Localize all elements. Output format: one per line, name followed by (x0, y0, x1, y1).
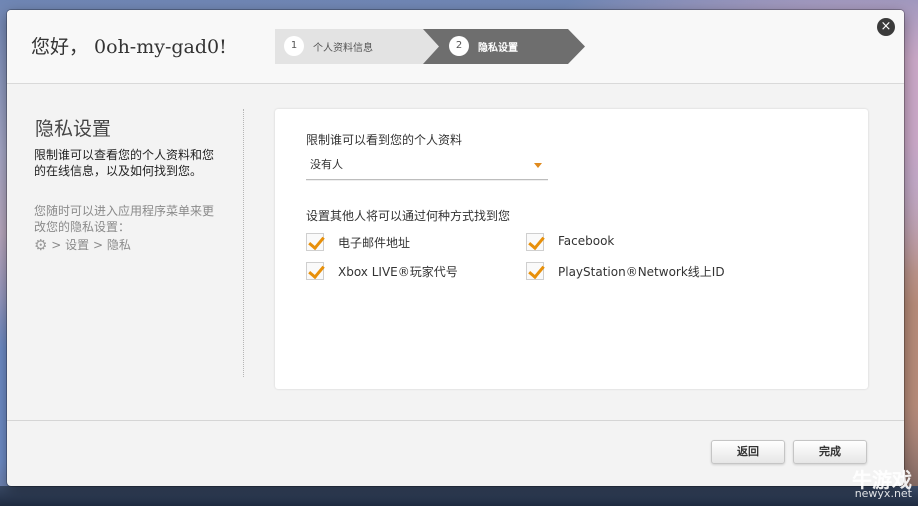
section-description: 限制谁可以查看您的个人资料和您的在线信息，以及如何找到您。 (34, 148, 215, 178)
dialog-header: 您好， 0oh-my-gad0! 1 个人资料信息 2 隐私设置 × (7, 10, 904, 84)
watermark-logo: 牛游戏 newyx.net (852, 468, 912, 500)
privacy-panel: 限制谁可以看到您的个人资料 没有人 设置其他人将可以通过何种方式找到您 电子邮件… (275, 109, 868, 389)
step-label: 个人资料信息 (313, 43, 373, 54)
close-icon[interactable]: × (877, 18, 895, 36)
taskbar (0, 486, 918, 506)
step-number: 2 (449, 36, 469, 56)
checkbox-label: Facebook (558, 234, 615, 248)
profile-visibility-select[interactable]: 没有人 (306, 155, 548, 180)
wizard-steps: 1 个人资料信息 2 隐私设置 (275, 29, 595, 64)
greeting-title: 您好， 0oh-my-gad0! (31, 36, 227, 58)
settings-path: ⚙ > 设置 > 隐私 (34, 236, 131, 254)
section-title: 隐私设置 (35, 118, 112, 140)
chevron-down-icon (534, 163, 542, 168)
step-label: 隐私设置 (478, 43, 518, 54)
done-button[interactable]: 完成 (793, 440, 867, 464)
step-profile-info[interactable]: 1 个人资料信息 (275, 29, 443, 64)
checkmark-icon[interactable] (306, 262, 324, 280)
watermark-name: 牛游戏 (852, 468, 912, 492)
checkmark-icon[interactable] (526, 262, 544, 280)
checkmark-icon[interactable] (306, 233, 324, 251)
settings-note: 您随时可以进入应用程序菜单来更改您的隐私设置： (34, 204, 215, 234)
checkbox-label: Xbox LIVE®玩家代号 (338, 265, 458, 279)
footer-divider (7, 420, 904, 421)
step-privacy-settings[interactable]: 2 隐私设置 (423, 29, 585, 64)
gear-icon: ⚙ (34, 236, 48, 254)
privacy-settings-dialog: 您好， 0oh-my-gad0! 1 个人资料信息 2 隐私设置 × 隐私设置 … (7, 10, 904, 486)
checkbox-label: PlayStation®Network线上ID (558, 265, 725, 279)
profile-visibility-label: 限制谁可以看到您的个人资料 (306, 133, 463, 147)
back-button[interactable]: 返回 (711, 440, 785, 464)
checkmark-icon[interactable] (526, 233, 544, 251)
vertical-divider (243, 109, 244, 377)
discoverability-label: 设置其他人将可以通过何种方式找到您 (306, 209, 511, 223)
step-number: 1 (284, 36, 304, 56)
watermark-url: newyx.net (854, 487, 912, 500)
select-value: 没有人 (310, 158, 343, 171)
settings-path-text: > 设置 > 隐私 (51, 238, 131, 252)
checkbox-label: 电子邮件地址 (338, 236, 411, 250)
